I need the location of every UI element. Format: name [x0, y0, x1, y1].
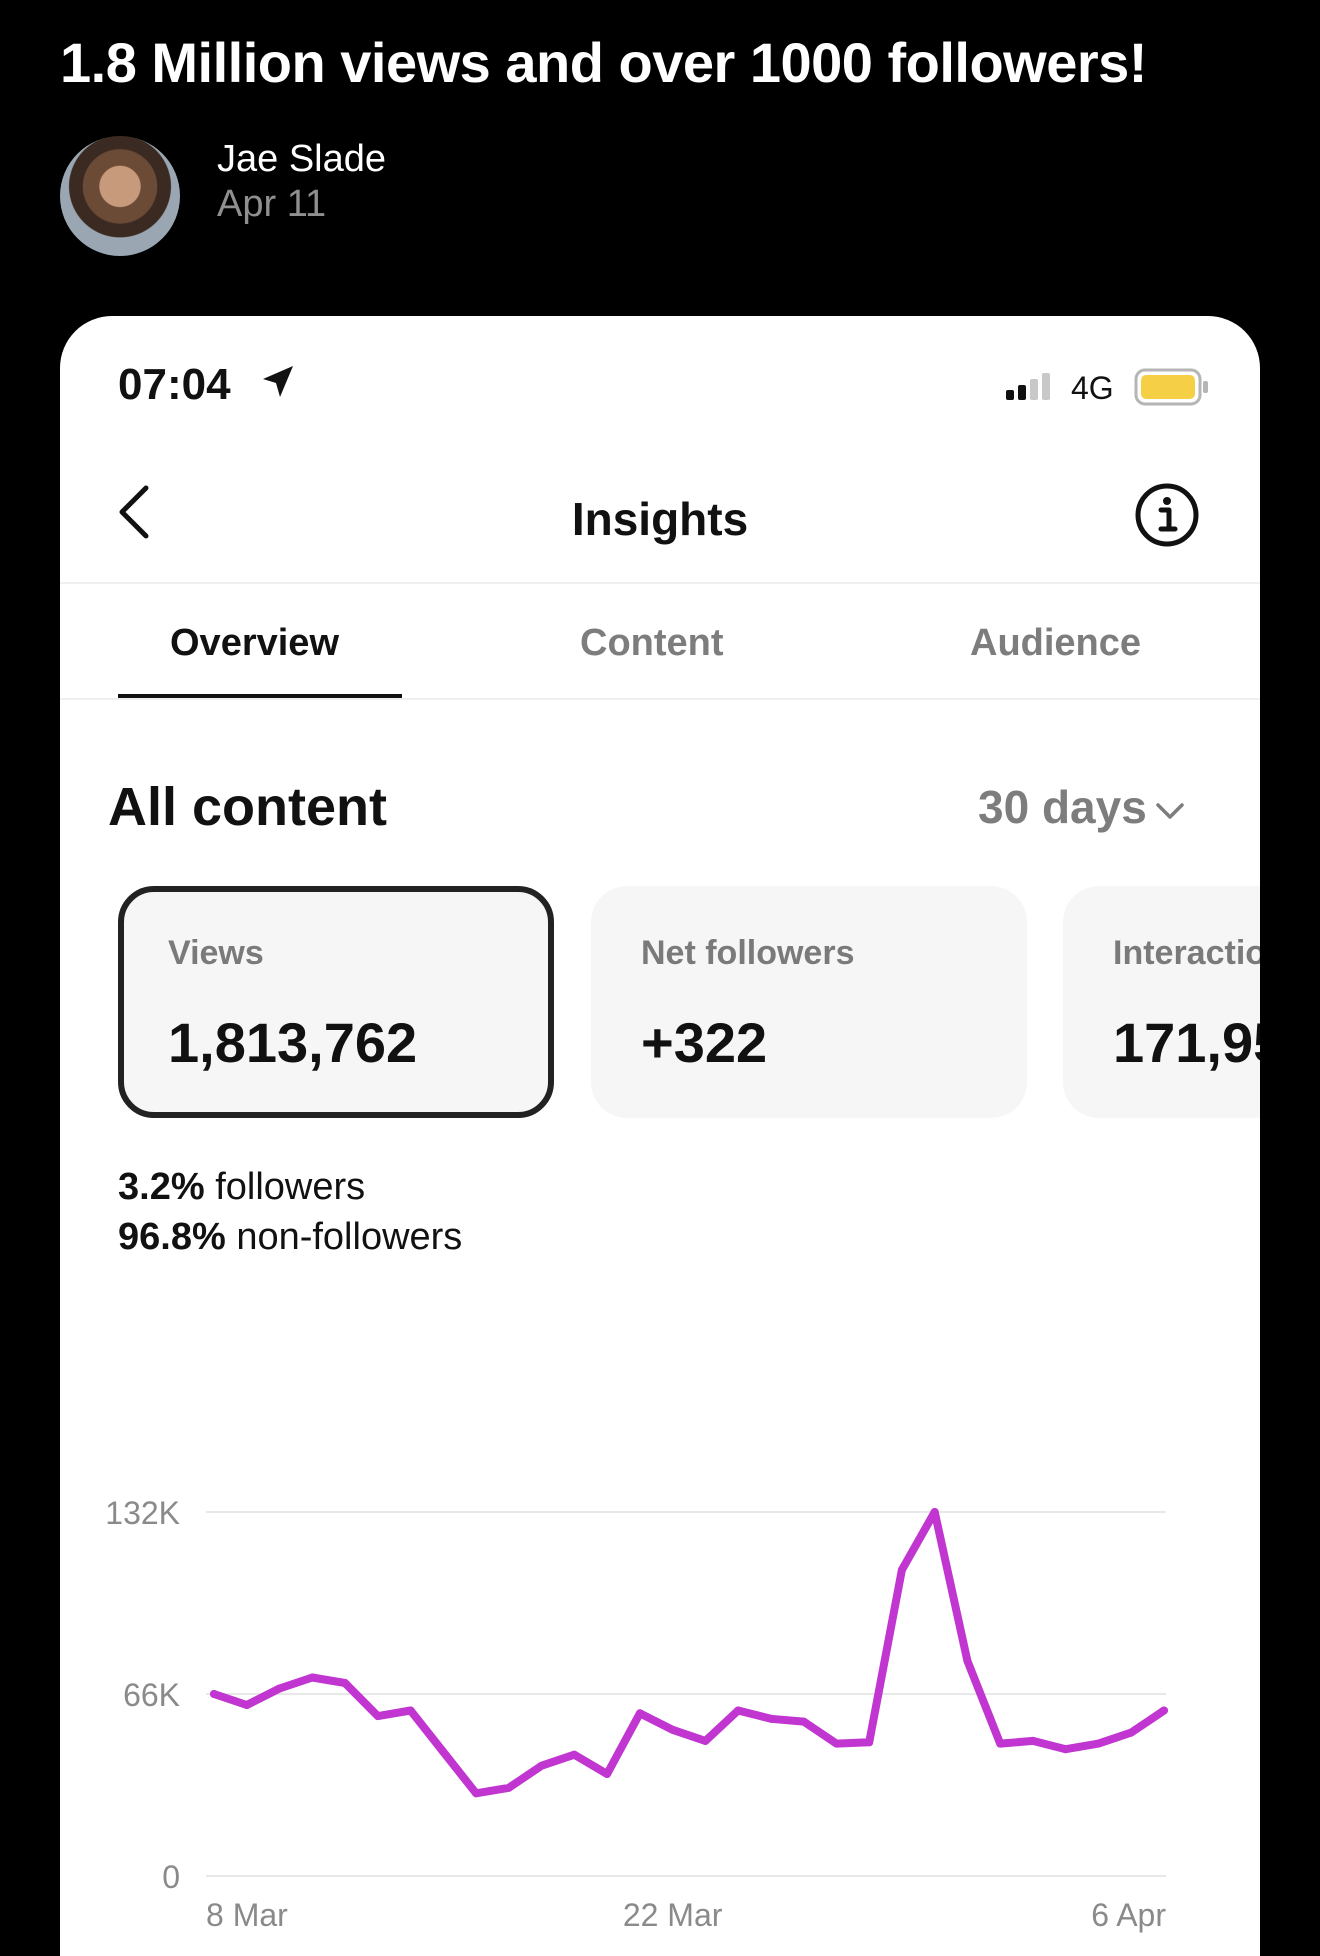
data-point	[1160, 1706, 1168, 1715]
data-point	[242, 1701, 251, 1709]
metric-value: +322	[641, 1011, 768, 1074]
screenshot-card: 07:04 4G Insights Overview Content Audie…	[60, 316, 1260, 1956]
breakdown-label: non-followers	[236, 1216, 463, 1258]
data-point	[1061, 1745, 1070, 1754]
metric-card-views[interactable]: Views 1,813,762	[118, 886, 554, 1118]
tab-overview[interactable]: Overview	[170, 622, 339, 665]
breakdown-percent: 96.8%	[118, 1216, 226, 1258]
metric-label: Views	[168, 934, 264, 972]
data-point	[766, 1714, 775, 1723]
data-point	[341, 1679, 349, 1687]
post-title: 1.8 Million views and over 1000 follower…	[60, 31, 1147, 94]
y-tick-label: 0	[162, 1859, 180, 1895]
data-point	[635, 1709, 644, 1718]
signal-icon	[1006, 373, 1050, 400]
status-time: 07:04	[118, 360, 231, 409]
info-icon[interactable]	[1134, 482, 1200, 548]
breakdown-label: followers	[215, 1166, 366, 1208]
data-point	[439, 1747, 448, 1756]
data-point	[472, 1789, 481, 1798]
y-tick-label: 66K	[123, 1677, 180, 1713]
chevron-down-icon	[1156, 803, 1184, 819]
metric-label: Interactions	[1113, 934, 1260, 972]
metric-card-net-followers[interactable]: Net followers +322	[591, 886, 1027, 1118]
date-range-dropdown[interactable]: 30 days	[978, 780, 1185, 834]
data-point	[537, 1761, 546, 1770]
data-point	[701, 1736, 710, 1745]
data-point	[930, 1508, 939, 1516]
data-point	[504, 1783, 513, 1792]
x-tick-label: 8 Mar	[206, 1897, 288, 1933]
metric-label: Net followers	[641, 934, 855, 972]
data-point	[1029, 1736, 1037, 1745]
divider	[60, 582, 1260, 584]
breakdown-non-followers: 96.8% non-followers	[118, 1216, 462, 1259]
metric-value: 1,813,762	[168, 1011, 418, 1074]
y-tick-label: 132K	[105, 1495, 180, 1531]
divider	[60, 698, 1260, 700]
breakdown-percent: 3.2%	[118, 1166, 205, 1208]
views-line-chart: 132K 66K 0 8 Mar 22 Mar 6 Apr	[105, 1495, 1168, 1933]
author-name[interactable]: Jae Slade	[217, 138, 386, 181]
battery-icon	[1134, 368, 1208, 406]
data-point	[406, 1706, 415, 1715]
section-title: All content	[108, 777, 387, 837]
data-point	[210, 1690, 218, 1698]
data-point	[373, 1712, 382, 1721]
metric-value: 171,95	[1113, 1011, 1260, 1074]
data-point	[897, 1565, 906, 1574]
data-point	[668, 1725, 677, 1734]
x-tick-label: 22 Mar	[623, 1897, 723, 1933]
data-point	[799, 1717, 808, 1726]
data-point	[734, 1706, 743, 1715]
post-date: Apr 11	[217, 183, 327, 225]
data-point	[996, 1739, 1005, 1748]
breakdown-followers: 3.2% followers	[118, 1166, 365, 1209]
data-point	[308, 1673, 317, 1682]
location-arrow-icon	[263, 366, 293, 397]
tab-content[interactable]: Content	[580, 622, 724, 665]
date-range-label: 30 days	[978, 781, 1147, 833]
network-label: 4G	[1071, 370, 1114, 406]
data-point	[603, 1770, 612, 1778]
data-point	[865, 1738, 874, 1747]
data-point	[570, 1750, 579, 1759]
metric-card-interactions[interactable]: Interactions 171,95	[1063, 886, 1260, 1118]
tab-audience[interactable]: Audience	[970, 622, 1141, 665]
data-point	[963, 1656, 972, 1665]
x-tick-label: 6 Apr	[1091, 1897, 1166, 1933]
data-point	[832, 1739, 841, 1748]
data-point	[275, 1684, 284, 1693]
views-series-line	[210, 1508, 1168, 1798]
avatar[interactable]	[60, 136, 180, 256]
data-point	[1094, 1739, 1103, 1748]
page-title: Insights	[571, 493, 749, 545]
data-point	[1127, 1728, 1136, 1737]
